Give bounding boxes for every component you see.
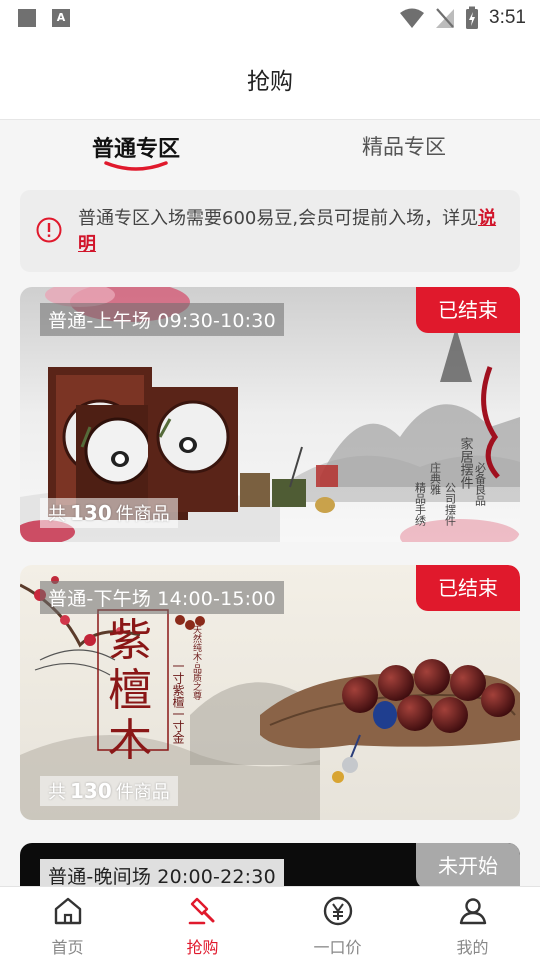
auction-hammer-icon: [188, 897, 215, 925]
nav-label: 首页: [51, 938, 84, 957]
session-status-badge: 已结束: [416, 565, 520, 611]
banner-vertical-text-1: 家居摆件: [458, 436, 474, 489]
tab-premium-zone[interactable]: 精品专区: [304, 131, 504, 161]
notice-banner: 普通专区入场需要600易豆,会员可提前入场，详见说明: [20, 190, 520, 272]
nav-fixed-price[interactable]: 一口价: [270, 887, 405, 960]
banner-vertical-text-5: 必备良品: [474, 462, 487, 506]
status-bar: A 3:51: [0, 0, 540, 36]
page-title: 抢购: [247, 69, 293, 95]
session-card-afternoon[interactable]: 紫 檀 木 一寸紫檀一寸金 天然纯木·品质之尊 普通-下午场 14:00-15:…: [20, 565, 520, 820]
count-number: 130: [70, 779, 112, 803]
notification-square-icon: [18, 9, 36, 27]
notice-message: 普通专区入场需要600易豆,会员可提前入场，详见: [78, 208, 479, 229]
battery-charging-icon: [466, 6, 479, 29]
count-suffix: 件商品: [115, 782, 170, 803]
no-signal-icon: [436, 8, 455, 28]
wifi-icon: [400, 8, 425, 28]
nav-label: 抢购: [186, 938, 219, 957]
banner-vertical-text-2: 庄典雅: [429, 461, 442, 495]
notification-a-icon: A: [52, 9, 70, 27]
session-title: 普通-下午场 14:00-15:00: [40, 581, 284, 614]
nav-profile[interactable]: 我的: [405, 887, 540, 960]
banner-vertical-text-4: 精品手绣: [414, 482, 427, 527]
session-item-count: 共 130 件商品: [40, 776, 178, 806]
nav-home[interactable]: 首页: [0, 887, 135, 960]
home-icon: [54, 897, 82, 925]
count-number: 130: [70, 501, 112, 525]
app-header: 抢购: [0, 36, 540, 120]
active-tab-indicator: [104, 161, 168, 171]
count-suffix: 件商品: [115, 504, 170, 525]
banner-big-char-1: 紫: [108, 615, 152, 666]
nav-label: 一口价: [313, 938, 362, 957]
alert-icon: [36, 217, 62, 243]
user-icon: [459, 898, 487, 925]
banner-vertical-text-3: 公司摆件: [444, 482, 457, 527]
session-status-badge: 已结束: [416, 287, 520, 333]
banner-slogan: 一寸紫檀一寸金: [171, 660, 185, 744]
session-card-morning[interactable]: 家居摆件 庄典雅 公司摆件 精品手绣 必备良品 普通-上午场 09:30-10:…: [20, 287, 520, 542]
yuan-coin-icon: [323, 896, 353, 926]
status-notifications: A: [18, 9, 70, 27]
banner-small-slogan: 天然纯木·品质之尊: [191, 625, 202, 701]
session-title: 普通-上午场 09:30-10:30: [40, 303, 284, 336]
session-status-badge: 未开始: [416, 843, 520, 889]
bottom-navigation: 首页 抢购 一口价 我的: [0, 886, 540, 960]
banner-big-char-2: 檀: [108, 665, 152, 716]
banner-big-char-3: 木: [108, 715, 152, 766]
nav-flash-sale[interactable]: 抢购: [135, 887, 270, 960]
nav-label: 我的: [456, 938, 489, 957]
zone-tabs: 普通专区 精品专区: [0, 121, 540, 183]
notice-text: 普通专区入场需要600易豆,会员可提前入场，详见说明: [78, 206, 508, 258]
status-time: 3:51: [489, 7, 526, 28]
count-prefix: 共: [48, 782, 66, 803]
status-system: 3:51: [399, 6, 526, 30]
count-prefix: 共: [48, 504, 66, 525]
session-item-count: 共 130 件商品: [40, 498, 178, 528]
